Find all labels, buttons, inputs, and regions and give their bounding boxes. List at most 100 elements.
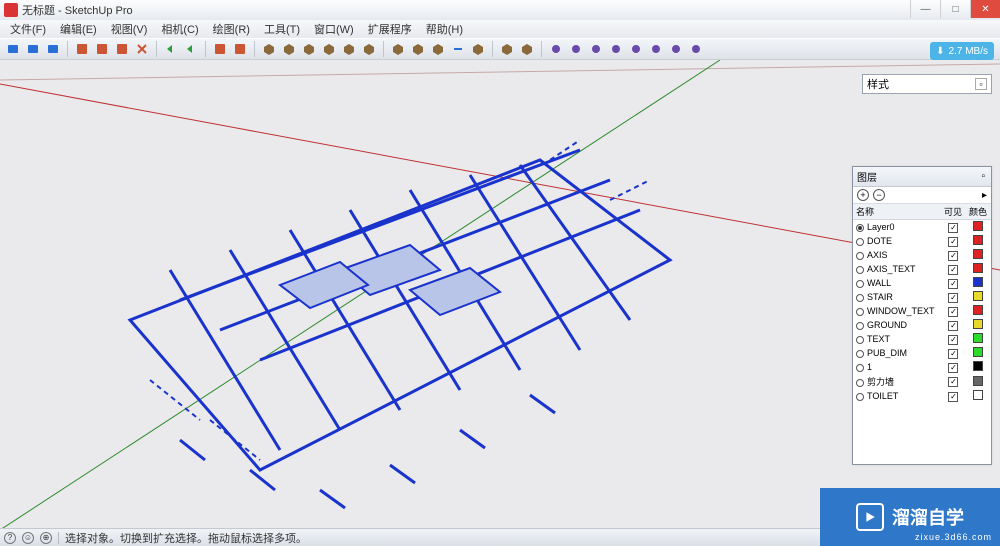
col-color[interactable]: 颜色 [966, 204, 991, 220]
menu-item-7[interactable]: 扩展程序 [362, 20, 418, 38]
layer-row[interactable]: 1✓ [853, 360, 991, 374]
layer-row[interactable]: GROUND✓ [853, 318, 991, 332]
save-icon[interactable] [44, 40, 62, 58]
layer-visible-checkbox[interactable]: ✓ [948, 349, 958, 359]
col-visible[interactable]: 可见 [941, 204, 966, 220]
layer-row[interactable]: TOILET✓ [853, 389, 991, 403]
layer-visible-checkbox[interactable]: ✓ [948, 223, 958, 233]
left-icon[interactable] [360, 40, 378, 58]
layer-visible-checkbox[interactable]: ✓ [948, 377, 958, 387]
layer-color-swatch[interactable] [973, 221, 983, 231]
print-icon[interactable] [211, 40, 229, 58]
add-layer-button[interactable]: + [857, 189, 869, 201]
back-icon[interactable] [340, 40, 358, 58]
layer-color-swatch[interactable] [973, 333, 983, 343]
plugin3-icon[interactable] [587, 40, 605, 58]
layer-current-radio[interactable] [856, 364, 864, 372]
minimize-button[interactable]: — [910, 0, 940, 18]
plugin5-icon[interactable] [627, 40, 645, 58]
menu-item-3[interactable]: 相机(C) [155, 20, 204, 38]
layer-row[interactable]: STAIR✓ [853, 290, 991, 304]
layer-current-radio[interactable] [856, 350, 864, 358]
layer-row[interactable]: AXIS✓ [853, 248, 991, 262]
menu-item-0[interactable]: 文件(F) [4, 20, 52, 38]
layer-current-radio[interactable] [856, 336, 864, 344]
plugin1-icon[interactable] [547, 40, 565, 58]
layer-row[interactable]: WALL✓ [853, 276, 991, 290]
layer-current-radio[interactable] [856, 294, 864, 302]
layer-color-swatch[interactable] [973, 263, 983, 273]
bandwidth-indicator[interactable]: ⬇ 2.7 MB/s [930, 42, 994, 60]
layer-row[interactable]: PUB_DIM✓ [853, 346, 991, 360]
new-file-icon[interactable] [4, 40, 22, 58]
shaded-icon[interactable] [429, 40, 447, 58]
model-info-icon[interactable] [231, 40, 249, 58]
layer-visible-checkbox[interactable]: ✓ [948, 392, 958, 402]
iso-icon[interactable] [260, 40, 278, 58]
layers-menu-button[interactable]: ▸ [982, 190, 987, 201]
viewport-3d[interactable] [0, 60, 1000, 528]
layer-row[interactable]: TEXT✓ [853, 332, 991, 346]
undo-icon[interactable] [162, 40, 180, 58]
wireframe-icon[interactable] [389, 40, 407, 58]
layer-current-radio[interactable] [856, 238, 864, 246]
layer-current-radio[interactable] [856, 379, 864, 387]
shaded-textures-icon[interactable] [449, 40, 467, 58]
maximize-button[interactable]: □ [940, 0, 970, 18]
layer-current-radio[interactable] [856, 322, 864, 330]
layers-panel-collapse-icon[interactable]: ▫ [979, 171, 987, 182]
layer-color-swatch[interactable] [973, 376, 983, 386]
back-edges-icon[interactable] [518, 40, 536, 58]
status-user-icon[interactable]: ☺ [22, 532, 34, 544]
menu-item-6[interactable]: 窗口(W) [308, 20, 360, 38]
monochrome-icon[interactable] [469, 40, 487, 58]
layer-visible-checkbox[interactable]: ✓ [948, 321, 958, 331]
styles-close-icon[interactable]: ▫ [975, 78, 987, 90]
layer-visible-checkbox[interactable]: ✓ [948, 251, 958, 261]
open-file-icon[interactable] [24, 40, 42, 58]
plugin8-icon[interactable] [687, 40, 705, 58]
layer-color-swatch[interactable] [973, 235, 983, 245]
remove-layer-button[interactable]: − [873, 189, 885, 201]
layer-visible-checkbox[interactable]: ✓ [948, 293, 958, 303]
menu-item-2[interactable]: 视图(V) [105, 20, 154, 38]
layer-visible-checkbox[interactable]: ✓ [948, 307, 958, 317]
plugin2-icon[interactable] [567, 40, 585, 58]
layer-color-swatch[interactable] [973, 319, 983, 329]
layer-color-swatch[interactable] [973, 305, 983, 315]
xray-icon[interactable] [498, 40, 516, 58]
close-button[interactable]: ✕ [970, 0, 1000, 18]
redo-icon[interactable] [182, 40, 200, 58]
status-help-icon[interactable]: ? [4, 532, 16, 544]
layer-row[interactable]: WINDOW_TEXT✓ [853, 304, 991, 318]
cut-icon[interactable] [73, 40, 91, 58]
styles-dropdown[interactable]: 样式 ▫ [862, 74, 992, 94]
plugin6-icon[interactable] [647, 40, 665, 58]
copy-icon[interactable] [93, 40, 111, 58]
plugin4-icon[interactable] [607, 40, 625, 58]
layer-visible-checkbox[interactable]: ✓ [948, 265, 958, 275]
layers-panel-title[interactable]: 图层 ▫ [853, 167, 991, 187]
top-icon[interactable] [280, 40, 298, 58]
menu-item-5[interactable]: 工具(T) [258, 20, 306, 38]
menu-item-8[interactable]: 帮助(H) [420, 20, 469, 38]
layer-color-swatch[interactable] [973, 347, 983, 357]
layer-row[interactable]: DOTE✓ [853, 234, 991, 248]
layer-visible-checkbox[interactable]: ✓ [948, 335, 958, 345]
layer-color-swatch[interactable] [973, 291, 983, 301]
layer-current-radio[interactable] [856, 393, 864, 401]
delete-icon[interactable] [133, 40, 151, 58]
status-geo-icon[interactable]: ⊕ [40, 532, 52, 544]
plugin7-icon[interactable] [667, 40, 685, 58]
layer-visible-checkbox[interactable]: ✓ [948, 279, 958, 289]
layer-row[interactable]: AXIS_TEXT✓ [853, 262, 991, 276]
front-icon[interactable] [300, 40, 318, 58]
hidden-line-icon[interactable] [409, 40, 427, 58]
layer-visible-checkbox[interactable]: ✓ [948, 237, 958, 247]
layer-current-radio[interactable] [856, 280, 864, 288]
layer-current-radio[interactable] [856, 308, 864, 316]
menu-item-4[interactable]: 绘图(R) [207, 20, 256, 38]
layer-color-swatch[interactable] [973, 249, 983, 259]
layer-current-radio[interactable] [856, 224, 864, 232]
menu-item-1[interactable]: 编辑(E) [54, 20, 103, 38]
